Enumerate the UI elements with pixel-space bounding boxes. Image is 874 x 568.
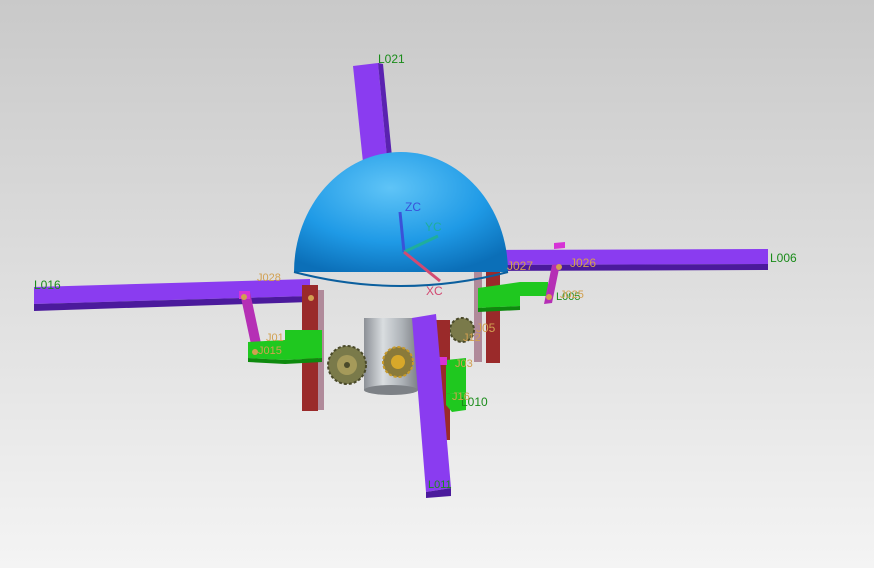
- label-joint-j015[interactable]: J015: [258, 345, 282, 357]
- label-joint-j026[interactable]: J026: [570, 256, 596, 270]
- label-link-l006[interactable]: L006: [770, 251, 797, 265]
- label-link-l016[interactable]: L016: [34, 278, 61, 292]
- label-joint-j01[interactable]: J01: [266, 332, 284, 344]
- label-joint-j03[interactable]: J03: [455, 358, 473, 370]
- label-link-l011[interactable]: L011: [428, 479, 452, 491]
- label-joint-j12[interactable]: J12: [463, 332, 481, 344]
- label-joint-j028[interactable]: J028: [257, 272, 281, 284]
- axis-label-zc: ZC: [405, 200, 421, 214]
- center-gear[interactable]: [382, 346, 414, 378]
- assembly-scene[interactable]: ZC YC XC L021 L006 L016 L010 L005 L011 J…: [0, 0, 874, 568]
- label-joint-j025[interactable]: J025: [560, 289, 584, 301]
- axis-label-xc: XC: [426, 284, 443, 298]
- label-link-l021[interactable]: L021: [378, 52, 405, 66]
- axis-label-yc: YC: [425, 220, 442, 234]
- graphics-viewport[interactable]: ZC YC XC L021 L006 L016 L010 L005 L011 J…: [0, 0, 874, 568]
- label-joint-j16[interactable]: J16: [452, 391, 470, 403]
- right-mechanism[interactable]: [449, 264, 560, 363]
- label-joint-j027[interactable]: J027: [507, 259, 533, 273]
